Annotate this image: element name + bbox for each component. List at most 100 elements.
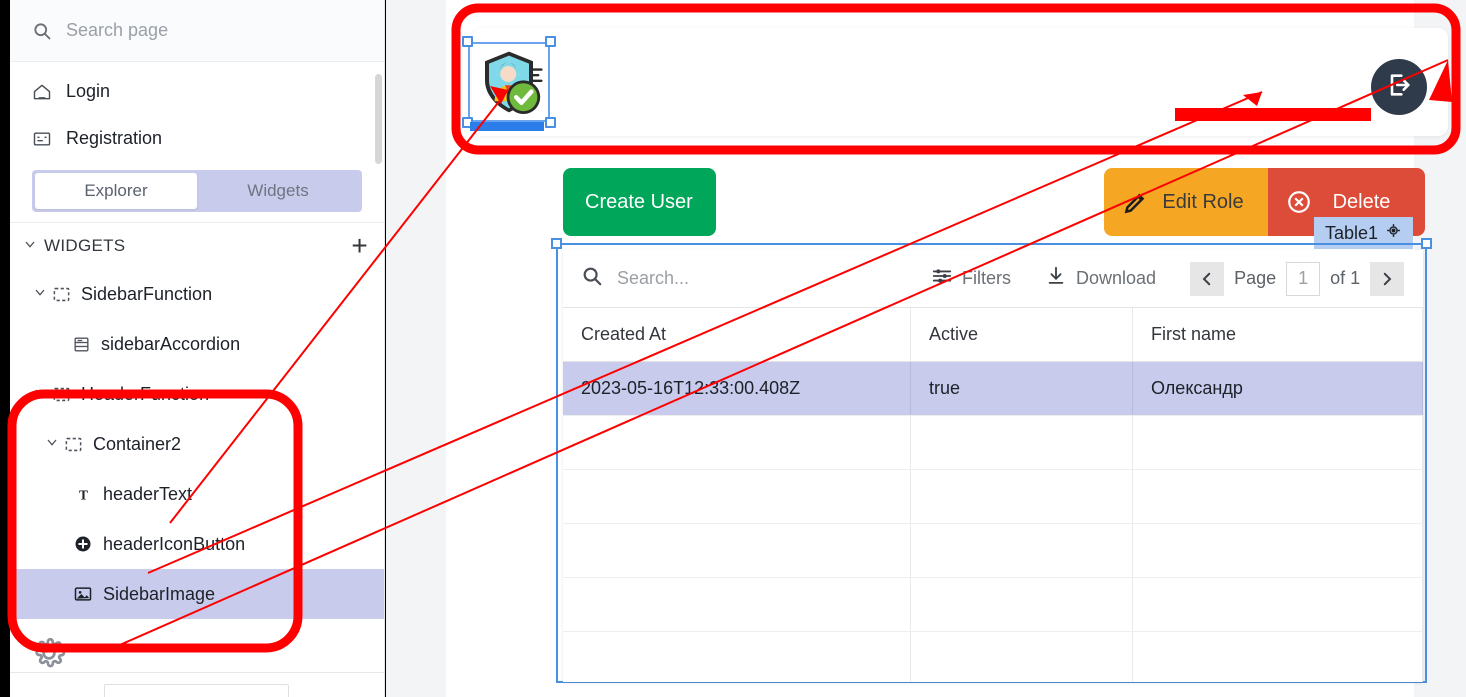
table-cell: 2023-05-16T12:33:00.408Z [563, 362, 911, 415]
table-row[interactable] [563, 470, 1423, 524]
page-item-label: Registration [66, 128, 163, 148]
table-cell [1133, 524, 1423, 577]
column-header[interactable]: First name [1133, 308, 1423, 361]
table-cell [911, 470, 1133, 523]
tree-item-label: headerText [103, 483, 193, 504]
add-widget-button[interactable]: + [351, 232, 368, 260]
plus-circle-icon [72, 534, 94, 554]
search-icon [32, 21, 52, 41]
create-user-button[interactable]: Create User [563, 168, 716, 236]
data-table: Search... Filters Download Page 1 of 1 C… [563, 250, 1423, 682]
logout-button[interactable] [1371, 59, 1427, 115]
prev-page-button[interactable] [1190, 261, 1225, 296]
sidebar-image-widget[interactable] [462, 36, 556, 131]
table-cell: true [911, 362, 1133, 415]
table-row[interactable] [563, 578, 1423, 632]
widget-badge-label: Table1 [1325, 222, 1379, 243]
image-icon [72, 584, 94, 604]
next-page-button[interactable] [1370, 261, 1405, 296]
filters-icon [931, 265, 953, 292]
x-circle-icon [1286, 189, 1312, 215]
tab-explorer-label: Explorer [84, 181, 148, 200]
table-cell [911, 578, 1133, 631]
table-cell [1133, 470, 1423, 523]
sidebar-scrollbar[interactable] [375, 74, 382, 164]
tree-item-label: SidebarImage [103, 583, 216, 604]
text-icon: T [72, 485, 94, 504]
selection-outline [468, 42, 550, 122]
create-user-label: Create User [585, 190, 693, 213]
download-label: Download [1076, 268, 1157, 288]
widget-drop-indicator [470, 122, 544, 131]
sidebar-search[interactable]: Search page [10, 0, 384, 62]
table-row[interactable] [563, 416, 1423, 470]
page-item-login[interactable]: Login [10, 68, 384, 115]
resize-handle-tr[interactable] [545, 36, 556, 47]
container-icon [50, 285, 72, 304]
tab-widgets[interactable]: Widgets [197, 173, 359, 209]
filters-button[interactable]: Filters [931, 265, 1011, 292]
tree-item-label: SidebarFunction [81, 283, 213, 304]
chevron-down-icon [22, 236, 40, 257]
table-cell [911, 416, 1133, 469]
table-header-row: Created At Active First name [563, 308, 1423, 362]
delete-label: Delete [1332, 190, 1391, 213]
chevron-down-icon[interactable] [44, 434, 62, 455]
download-icon [1045, 265, 1067, 292]
resize-handle-br[interactable] [545, 117, 556, 128]
filters-label: Filters [962, 268, 1011, 288]
left-sidebar: Search page Login Registration Explorer … [10, 0, 385, 697]
tree-item-headericonbutton[interactable]: headerIconButton [10, 519, 384, 569]
tree-item-container2[interactable]: Container2 [10, 419, 384, 469]
pencil-icon [1122, 190, 1148, 216]
table-cell [563, 578, 911, 631]
edit-role-label: Edit Role [1162, 190, 1244, 213]
container-icon [50, 385, 72, 404]
edit-role-button[interactable]: Edit Role [1104, 168, 1268, 236]
tab-explorer[interactable]: Explorer [35, 173, 197, 209]
page-total-label: of 1 [1330, 268, 1361, 288]
home-icon [32, 82, 52, 102]
table-row[interactable]: 2023-05-16T12:33:00.408Z true Олександр [563, 362, 1423, 416]
screenshot-root: Search page Login Registration Explorer … [0, 0, 1466, 697]
table-row[interactable] [563, 632, 1423, 682]
download-button[interactable]: Download [1045, 265, 1156, 292]
canvas-left-gutter [386, 0, 446, 697]
tree-item-label: Container2 [93, 433, 182, 454]
table-cell [563, 470, 911, 523]
table-row[interactable] [563, 524, 1423, 578]
resize-handle-tl[interactable] [462, 36, 473, 47]
column-header[interactable]: Created At [563, 308, 911, 361]
accordion-icon [70, 335, 92, 354]
sidebar-search-placeholder: Search page [66, 20, 169, 40]
tree-item-headerfunction[interactable]: HeaderFunction [10, 369, 384, 419]
tree-item-sidebarfunction[interactable]: SidebarFunction [10, 269, 384, 319]
sidebar-bottom-divider [10, 672, 384, 673]
sidebar-tab-group: Explorer Widgets [32, 170, 362, 212]
tree-item-sidebarimage[interactable]: SidebarImage [10, 569, 384, 619]
table-pagination: Page 1 of 1 [1190, 261, 1405, 296]
table-cell [1133, 632, 1423, 682]
page-item-registration[interactable]: Registration [10, 115, 384, 162]
tree-item-sidebaraccordion[interactable]: sidebarAccordion [10, 319, 384, 369]
page-number-input[interactable]: 1 [1286, 261, 1321, 296]
table-resize-handle-tr[interactable] [1421, 238, 1432, 249]
widgets-section-header[interactable]: WIDGETS + [10, 223, 384, 269]
container-icon [62, 435, 84, 454]
widgets-section-label: WIDGETS [44, 236, 126, 255]
chevron-down-icon[interactable] [32, 284, 50, 305]
table-search-input[interactable]: Search... [581, 265, 911, 292]
sidebar-bottom-input[interactable] [104, 684, 289, 697]
table-cell [911, 524, 1133, 577]
target-icon[interactable] [1385, 222, 1402, 244]
table-cell [1133, 578, 1423, 631]
search-icon [581, 265, 603, 292]
chevron-down-icon[interactable] [32, 384, 50, 405]
logout-icon [1385, 71, 1413, 104]
gear-icon[interactable] [32, 636, 66, 670]
tree-item-label: HeaderFunction [81, 383, 210, 404]
column-header[interactable]: Active [911, 308, 1133, 361]
page-label: Page [1234, 268, 1277, 288]
table-resize-handle-tl[interactable] [551, 238, 562, 249]
tree-item-headertext[interactable]: T headerText [10, 469, 384, 519]
